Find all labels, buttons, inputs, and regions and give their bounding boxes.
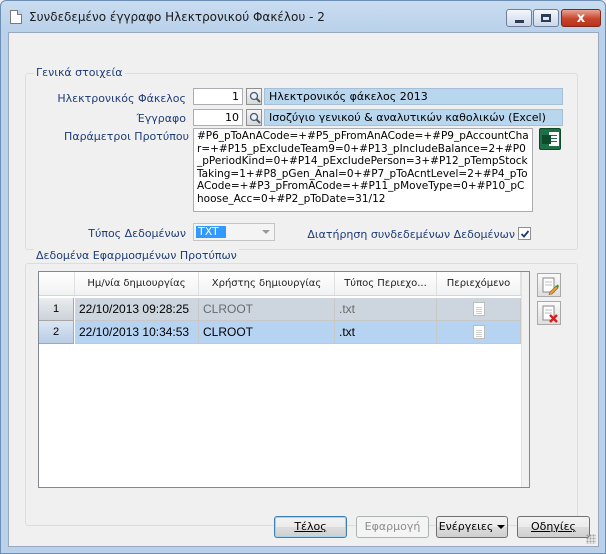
column-header-date[interactable]: Ημ/νία δημιουργίας [75, 272, 199, 295]
document-label: Έγγραφο [136, 112, 186, 125]
grid-header: Ημ/νία δημιουργίας Χρήστης δημιουργίας Τ… [39, 272, 521, 296]
folder-code-input[interactable]: 1 [193, 88, 243, 105]
row-date[interactable]: 22/10/2013 09:28:25 [75, 298, 199, 321]
dialog-client-area: Γενικά στοιχεία Ηλεκτρονικός Φάκελος 1 Η… [8, 32, 599, 547]
delete-document-icon [542, 305, 558, 323]
magnifier-icon [249, 112, 261, 124]
window-title: Συνδεδεμένο έγγραφο Ηλεκτρονικού Φακέλου… [29, 10, 325, 24]
actions-dropdown-button[interactable]: Ενέργειες [436, 516, 508, 538]
document-code-input[interactable]: 10 [193, 109, 243, 126]
row-number[interactable]: 1 [39, 298, 74, 321]
row-content[interactable] [437, 321, 521, 344]
folder-name-field: Ηλεκτρονικός φάκελος 2013 [264, 88, 563, 105]
ok-button[interactable]: Τέλος [274, 516, 347, 538]
chevron-down-icon [262, 230, 270, 234]
row-type[interactable]: .txt [335, 321, 437, 344]
applied-templates-legend: Δεδομένα Εφαρμοσμένων Προτύπων [34, 249, 239, 262]
document-icon [10, 10, 22, 24]
close-button[interactable]: x [561, 9, 601, 27]
magnifier-icon [249, 91, 261, 103]
minimize-icon [514, 19, 524, 23]
data-type-select[interactable]: TXT [193, 223, 275, 241]
template-params-label: Παράμετροι Προτύπου [64, 130, 189, 143]
table-row[interactable]: 2 22/10/2013 10:34:53 CLROOT .txt [39, 321, 521, 344]
document-lookup-button[interactable] [246, 109, 262, 126]
data-type-value: TXT [196, 226, 226, 238]
document-icon [472, 302, 485, 316]
keep-linked-label: Διατήρηση συνδεδεμένων Δεδομένων [307, 228, 515, 241]
row-date[interactable]: 22/10/2013 10:34:53 [75, 321, 199, 344]
column-header-user[interactable]: Χρήστης δημιουργίας [199, 272, 335, 295]
table-row[interactable]: 1 22/10/2013 09:28:25 CLROOT .txt [39, 298, 521, 321]
dialog-window: Συνδεδεμένο έγγραφο Ηλεκτρονικού Φακέλου… [0, 0, 606, 554]
applied-templates-grid: Ημ/νία δημιουργίας Χρήστης δημιουργίας Τ… [38, 271, 530, 488]
minimize-button[interactable] [506, 9, 532, 27]
row-number-header [39, 272, 75, 295]
maximize-button[interactable] [533, 9, 559, 27]
row-user[interactable]: CLROOT [199, 321, 335, 344]
row-number[interactable]: 2 [39, 321, 74, 344]
data-type-label: Τύπος Δεδομένων [88, 227, 186, 240]
apply-button[interactable]: Εφαρμογή [356, 516, 429, 538]
maximize-icon [541, 14, 551, 22]
checkmark-icon [520, 230, 530, 238]
excel-export-button[interactable] [539, 128, 561, 150]
row-type[interactable]: .txt [335, 298, 437, 321]
row-user[interactable]: CLROOT [199, 298, 335, 321]
folder-label: Ηλεκτρονικός Φάκελος [57, 92, 186, 105]
delete-row-button[interactable] [537, 301, 561, 325]
folder-lookup-button[interactable] [246, 88, 262, 105]
edit-document-icon [542, 277, 559, 295]
keep-linked-checkbox[interactable] [518, 227, 531, 240]
guide-button[interactable]: Οδηγίες [517, 516, 590, 538]
edit-row-button[interactable] [537, 273, 561, 297]
row-content[interactable] [437, 298, 521, 321]
chevron-down-icon [497, 525, 506, 529]
resize-grip-icon[interactable] [586, 534, 596, 544]
column-header-content[interactable]: Περιεχόμενο [437, 272, 521, 295]
template-params-textarea[interactable]: #P6_pToAnACode=+#P5_pFromAnACode=+#P9_pA… [193, 128, 533, 212]
close-icon: x [576, 10, 586, 26]
title-bar[interactable]: Συνδεδεμένο έγγραφο Ηλεκτρονικού Φακέλου… [1, 1, 605, 31]
column-header-type[interactable]: Τύπος Περιεχο... [335, 272, 437, 295]
grid-scrollbar[interactable] [521, 272, 529, 487]
document-name-field: Ισοζύγιο γενικού & αναλυτικών καθολικών … [264, 109, 563, 126]
document-icon [472, 325, 485, 339]
general-group-legend: Γενικά στοιχεία [34, 66, 125, 79]
